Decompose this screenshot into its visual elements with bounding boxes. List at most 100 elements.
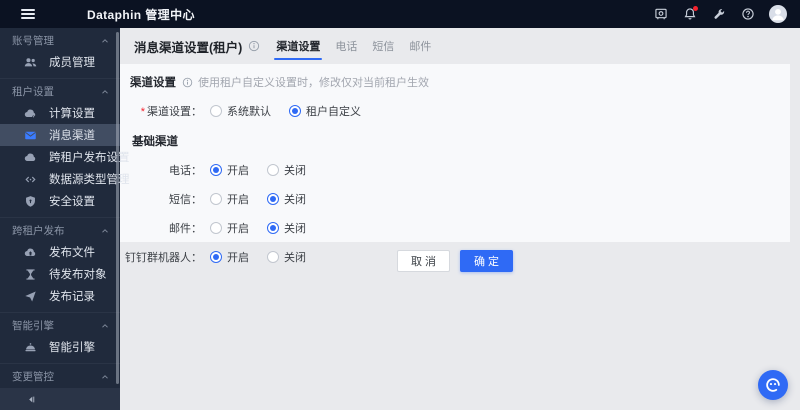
channel-row-sms: 短信： 开启 关闭 xyxy=(120,191,790,207)
sidebar-item-label: 安全设置 xyxy=(49,196,95,208)
sidebar-section-header-cross-tenant-publish[interactable]: 跨租户发布 xyxy=(0,220,120,241)
cloud-upload-icon xyxy=(24,246,37,259)
page-title: 消息渠道设置(租户) xyxy=(134,40,243,55)
confirm-button[interactable]: 确 定 xyxy=(460,250,514,272)
cloud-publish-icon xyxy=(24,151,37,164)
sidebar-item-pending-publish-objects[interactable]: 待发布对象 xyxy=(0,263,120,285)
radio-icon[interactable] xyxy=(267,193,279,205)
tab-channel-settings[interactable]: 渠道设置 xyxy=(274,28,323,64)
user-avatar[interactable] xyxy=(769,5,787,23)
radio-icon[interactable] xyxy=(267,164,279,176)
sidebar-item-member-management[interactable]: 成员管理 xyxy=(0,51,120,73)
sidebar-item-publish-files[interactable]: 发布文件 xyxy=(0,241,120,263)
tools-wrench-icon[interactable] xyxy=(711,6,727,22)
sidebar-item-label: 智能引擎 xyxy=(49,342,95,354)
mail-icon xyxy=(24,129,37,142)
radio-icon[interactable] xyxy=(210,193,222,205)
section-label: 账号管理 xyxy=(12,35,54,47)
sidebar-item-label: 发布记录 xyxy=(49,291,95,303)
section-info-icon[interactable] xyxy=(182,77,193,88)
radio-icon[interactable] xyxy=(210,105,222,117)
workspace-icon[interactable] xyxy=(653,6,669,22)
hamburger-menu-icon[interactable] xyxy=(21,9,35,19)
required-mark: * xyxy=(140,106,145,118)
chevron-up-icon xyxy=(102,374,108,379)
sidebar-section-account-management: 账号管理 成员管理 xyxy=(0,28,120,79)
radio-phone-on[interactable]: 开启 xyxy=(210,162,249,178)
radio-sms-on[interactable]: 开启 xyxy=(210,191,249,207)
radio-system-default[interactable]: 系统默认 xyxy=(210,103,271,119)
sidebar-section-cross-tenant-publish: 跨租户发布 发布文件 待发布对象 发布记录 xyxy=(0,218,120,313)
radio-label: 关闭 xyxy=(284,194,306,206)
chevron-up-icon xyxy=(102,38,108,43)
sidebar-section-header-change-control[interactable]: 变更管控 xyxy=(0,366,120,387)
radio-sms-off[interactable]: 关闭 xyxy=(267,191,306,207)
tab-email[interactable]: 邮件 xyxy=(409,28,431,64)
chevron-up-icon xyxy=(102,323,108,328)
customer-service-icon xyxy=(766,378,780,392)
topbar-actions xyxy=(653,5,787,23)
form-actions: 取 消 确 定 xyxy=(120,250,790,272)
sidebar-item-message-channel[interactable]: 消息渠道 xyxy=(0,124,120,146)
sidebar-item-compute-settings[interactable]: 计算设置 xyxy=(0,102,120,124)
customer-service-button[interactable] xyxy=(758,370,788,400)
cancel-button[interactable]: 取 消 xyxy=(396,250,450,272)
sidebar-section-intelligent-engine: 智能引擎 智能引擎 xyxy=(0,313,120,364)
sidebar-section-header-intelligent-engine[interactable]: 智能引擎 xyxy=(0,315,120,336)
sidebar-item-intelligent-engine[interactable]: 智能引擎 xyxy=(0,336,120,358)
sidebar-section-header-tenant-settings[interactable]: 租户设置 xyxy=(0,81,120,102)
main-content: 消息渠道设置(租户) 渠道设置 电话 短信 邮件 渠道设置 使用租户自定义设置时… xyxy=(120,28,800,410)
sidebar-item-label: 待发布对象 xyxy=(49,269,107,281)
radio-email-on[interactable]: 开启 xyxy=(210,220,249,236)
radio-tenant-custom[interactable]: 租户自定义 xyxy=(289,103,361,119)
datasource-code-icon xyxy=(24,173,37,186)
sidebar-section-header-account-management[interactable]: 账号管理 xyxy=(0,30,120,51)
sidebar-collapse-button[interactable] xyxy=(0,388,120,410)
chevron-up-icon xyxy=(102,228,108,233)
section-description: 使用租户自定义设置时，修改仅对当前租户生效 xyxy=(198,77,429,89)
page-title-info-icon[interactable] xyxy=(248,40,260,52)
settings-card: 渠道设置 使用租户自定义设置时，修改仅对当前租户生效 * 渠道设置： 系统默认 租… xyxy=(120,64,790,264)
section-label: 变更管控 xyxy=(12,371,54,383)
channel-row-email: 邮件： 开启 关闭 xyxy=(120,220,790,236)
radio-label: 开启 xyxy=(227,165,249,177)
cloud-compute-icon xyxy=(24,107,37,120)
basic-channels-title: 基础渠道 xyxy=(132,136,178,148)
sidebar-item-datasource-type-management[interactable]: 数据源类型管理 xyxy=(0,168,130,190)
channel-mode-label: * 渠道设置： xyxy=(140,106,202,118)
app-title: Dataphin 管理中心 xyxy=(87,7,195,22)
sidebar-item-label: 消息渠道 xyxy=(49,130,95,142)
sidebar-scrollbar[interactable] xyxy=(116,32,119,384)
radio-label: 关闭 xyxy=(284,165,306,177)
channel-settings-section: 渠道设置 使用租户自定义设置时，修改仅对当前租户生效 xyxy=(120,64,790,90)
radio-icon[interactable] xyxy=(289,105,301,117)
sidebar-item-security-settings[interactable]: 安全设置 xyxy=(0,190,120,212)
sidebar-item-publish-records[interactable]: 发布记录 xyxy=(0,285,120,307)
notification-bell-icon[interactable] xyxy=(682,6,698,22)
channel-label: 邮件： xyxy=(169,223,202,235)
radio-email-off[interactable]: 关闭 xyxy=(267,220,306,236)
channel-mode-row: * 渠道设置： 系统默认 租户自定义 xyxy=(120,103,790,119)
radio-icon[interactable] xyxy=(210,164,222,176)
sidebar: 账号管理 成员管理 租户设置 计算设置 消息渠道 跨租户发布设置 数据源类型管理… xyxy=(0,28,130,410)
radio-label: 租户自定义 xyxy=(306,106,361,118)
channel-row-phone: 电话： 开启 关闭 xyxy=(120,162,790,178)
radio-label: 系统默认 xyxy=(227,106,271,118)
chevron-up-icon xyxy=(102,89,108,94)
tab-phone[interactable]: 电话 xyxy=(335,28,357,64)
users-icon xyxy=(24,56,37,69)
sidebar-item-label: 发布文件 xyxy=(49,247,95,259)
radio-icon[interactable] xyxy=(210,222,222,234)
radio-icon[interactable] xyxy=(267,222,279,234)
radio-label: 开启 xyxy=(227,223,249,235)
radio-phone-off[interactable]: 关闭 xyxy=(267,162,306,178)
sidebar-item-cross-tenant-publish-settings[interactable]: 跨租户发布设置 xyxy=(0,146,130,168)
sidebar-item-label: 成员管理 xyxy=(49,57,95,69)
help-icon[interactable] xyxy=(740,6,756,22)
tab-sms[interactable]: 短信 xyxy=(372,28,394,64)
section-label: 租户设置 xyxy=(12,86,54,98)
sidebar-item-label: 计算设置 xyxy=(49,108,95,120)
radio-label: 开启 xyxy=(227,194,249,206)
channel-mode-options: 系统默认 租户自定义 xyxy=(210,103,361,119)
section-label: 跨租户发布 xyxy=(12,225,65,237)
